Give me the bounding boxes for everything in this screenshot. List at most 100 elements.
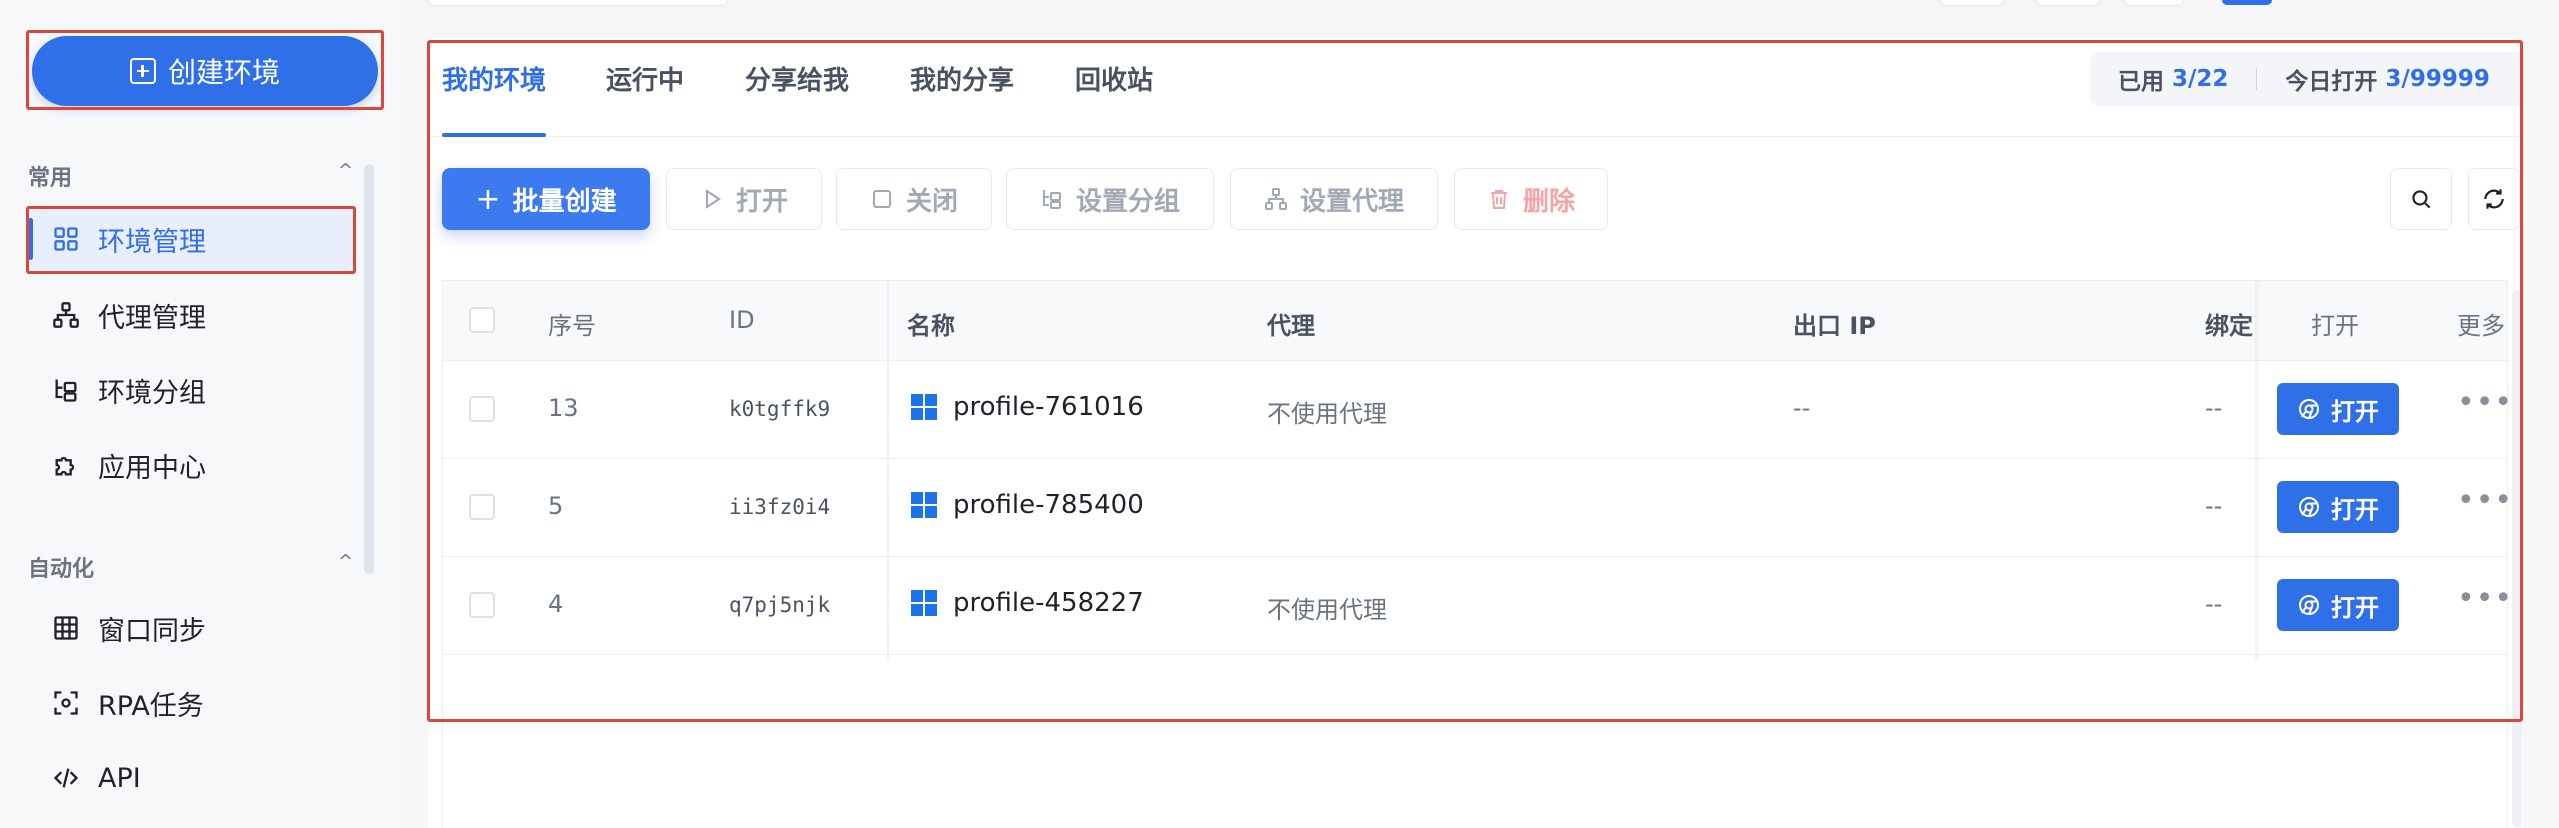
sidebar-item-label: 环境管理 [98,226,206,258]
row-bind: -- [2205,590,2223,618]
quota-used-value: 3/22 [2172,66,2229,92]
row-name[interactable]: profile-761016 [911,392,1144,422]
row-checkbox[interactable] [469,494,495,520]
tab-recycle-bin[interactable]: 回收站 [1075,60,1153,97]
sidebar-item-api[interactable]: API [28,747,354,809]
tab-my-environments[interactable]: 我的环境 [442,60,546,97]
row-id: ii3fz0i4 [729,495,831,519]
close-button[interactable]: 关闭 [836,168,992,230]
table-row[interactable]: 4 q7pj5njk profile-458227 不使用代理 -- 打开 ••… [443,557,2512,655]
plus-icon: + [475,181,501,217]
more-options-icon[interactable]: ••• [2457,581,2513,616]
sidebar-item-rpa[interactable]: RPA任务 [28,672,354,734]
row-id: k0tgffk9 [729,397,831,421]
table-scrollbar[interactable] [2512,290,2522,828]
top-control-clip [2036,0,2100,6]
trash-icon [1490,190,1507,209]
code-icon [52,764,80,792]
sidebar-item-window-sync[interactable]: 窗口同步 [28,597,354,659]
header-open: 打开 [2311,312,2359,340]
set-group-button[interactable]: 设置分组 [1006,168,1214,230]
set-proxy-button[interactable]: 设置代理 [1230,168,1438,230]
more-options-icon[interactable]: ••• [2457,385,2513,420]
top-control-clip [2124,0,2184,6]
row-bind: -- [2205,394,2223,422]
refresh-button[interactable] [2468,168,2520,230]
create-environment-button[interactable]: 创建环境 [32,36,378,106]
row-name-text: profile-785400 [953,490,1144,520]
top-search-clip [428,0,728,6]
row-name[interactable]: profile-785400 [911,490,1144,520]
delete-button[interactable]: 删除 [1454,168,1608,230]
open-button[interactable]: 打开 [666,168,822,230]
chrome-icon [2299,497,2319,517]
row-checkbox[interactable] [469,396,495,422]
header-more: 更多 [2457,312,2505,340]
quota-used-label: 已用 [2118,69,2164,95]
network-icon [1264,188,1287,210]
tab-my-shares[interactable]: 我的分享 [910,60,1014,97]
row-bind: -- [2205,492,2223,520]
sidebar-scrollbar[interactable] [364,164,374,574]
row-open-button[interactable]: 打开 [2277,481,2399,533]
chrome-icon [2299,595,2319,615]
row-index: 4 [548,590,564,618]
sidebar-item-label: 窗口同步 [98,615,206,647]
stop-icon [872,190,891,208]
row-index: 13 [548,394,579,422]
tab-running[interactable]: 运行中 [606,60,684,97]
table-row[interactable]: 13 k0tgffk9 profile-761016 不使用代理 -- -- 打… [443,361,2512,459]
environment-table: 序号 ID 名称 代理 出口 IP 绑定 打开 更多 13 k0tgffk9 p… [442,280,2512,828]
quota-today-value: 3/99999 [2385,66,2490,92]
row-checkbox[interactable] [469,592,495,618]
section-title-common: 常用 [28,166,73,191]
set-group-label: 设置分组 [1075,186,1180,217]
row-proxy: 不使用代理 [1267,596,1387,624]
batch-create-label: 批量创建 [512,186,617,217]
puzzle-icon [52,451,80,479]
avatar[interactable] [2222,0,2272,5]
windows-icon [911,590,937,616]
tab-shared-with-me[interactable]: 分享给我 [745,60,849,97]
set-proxy-label: 设置代理 [1299,186,1404,217]
tree-icon [1042,190,1061,209]
select-all-checkbox[interactable] [469,307,495,333]
row-open-button[interactable]: 打开 [2277,579,2399,631]
sidebar-item-label: RPA任务 [98,690,204,722]
delete-label: 删除 [1522,186,1575,217]
row-open-button[interactable]: 打开 [2277,383,2399,435]
table-row[interactable]: 5 ii3fz0i4 profile-785400 -- 打开 ••• [443,459,2512,557]
sidebar-item-groups[interactable]: 环境分组 [28,359,354,421]
row-open-label: 打开 [2331,397,2379,426]
windows-icon [911,394,937,420]
sidebar-item-label: 环境分组 [98,377,206,409]
row-name[interactable]: profile-458227 [911,588,1144,618]
search-icon [2412,190,2431,209]
header-name: 名称 [907,312,955,340]
batch-create-button[interactable]: + 批量创建 [442,168,650,230]
search-button[interactable] [2390,168,2452,230]
sidebar: 创建环境 常用 ^ 环境管理 代理管理 环境分组 应用中心 自动化 ^ 窗口同步 [0,0,400,828]
header-proxy: 代理 [1267,312,1315,340]
quota-panel: 已用 3/22 今日打开 3/99999 [2090,52,2525,106]
sidebar-item-environments[interactable]: 环境管理 [28,208,354,270]
header-id: ID [729,306,755,334]
row-name-text: profile-761016 [953,392,1144,422]
header-index: 序号 [548,312,596,340]
column-divider [887,281,889,661]
section-title-automation: 自动化 [28,557,95,582]
network-icon [52,301,80,329]
quota-separator [2256,68,2258,90]
play-icon [705,189,721,209]
tabs-divider [428,136,2523,137]
sidebar-item-app-center[interactable]: 应用中心 [28,434,354,496]
active-tab-indicator [442,133,546,137]
window-grid-icon [52,614,80,642]
sidebar-item-proxies[interactable]: 代理管理 [28,284,354,346]
collapse-caret-icon[interactable]: ^ [338,551,353,572]
row-proxy: 不使用代理 [1267,400,1387,428]
collapse-caret-icon[interactable]: ^ [338,160,353,181]
more-options-icon[interactable]: ••• [2457,483,2513,518]
row-index: 5 [548,492,564,520]
sidebar-item-label: API [98,762,141,794]
